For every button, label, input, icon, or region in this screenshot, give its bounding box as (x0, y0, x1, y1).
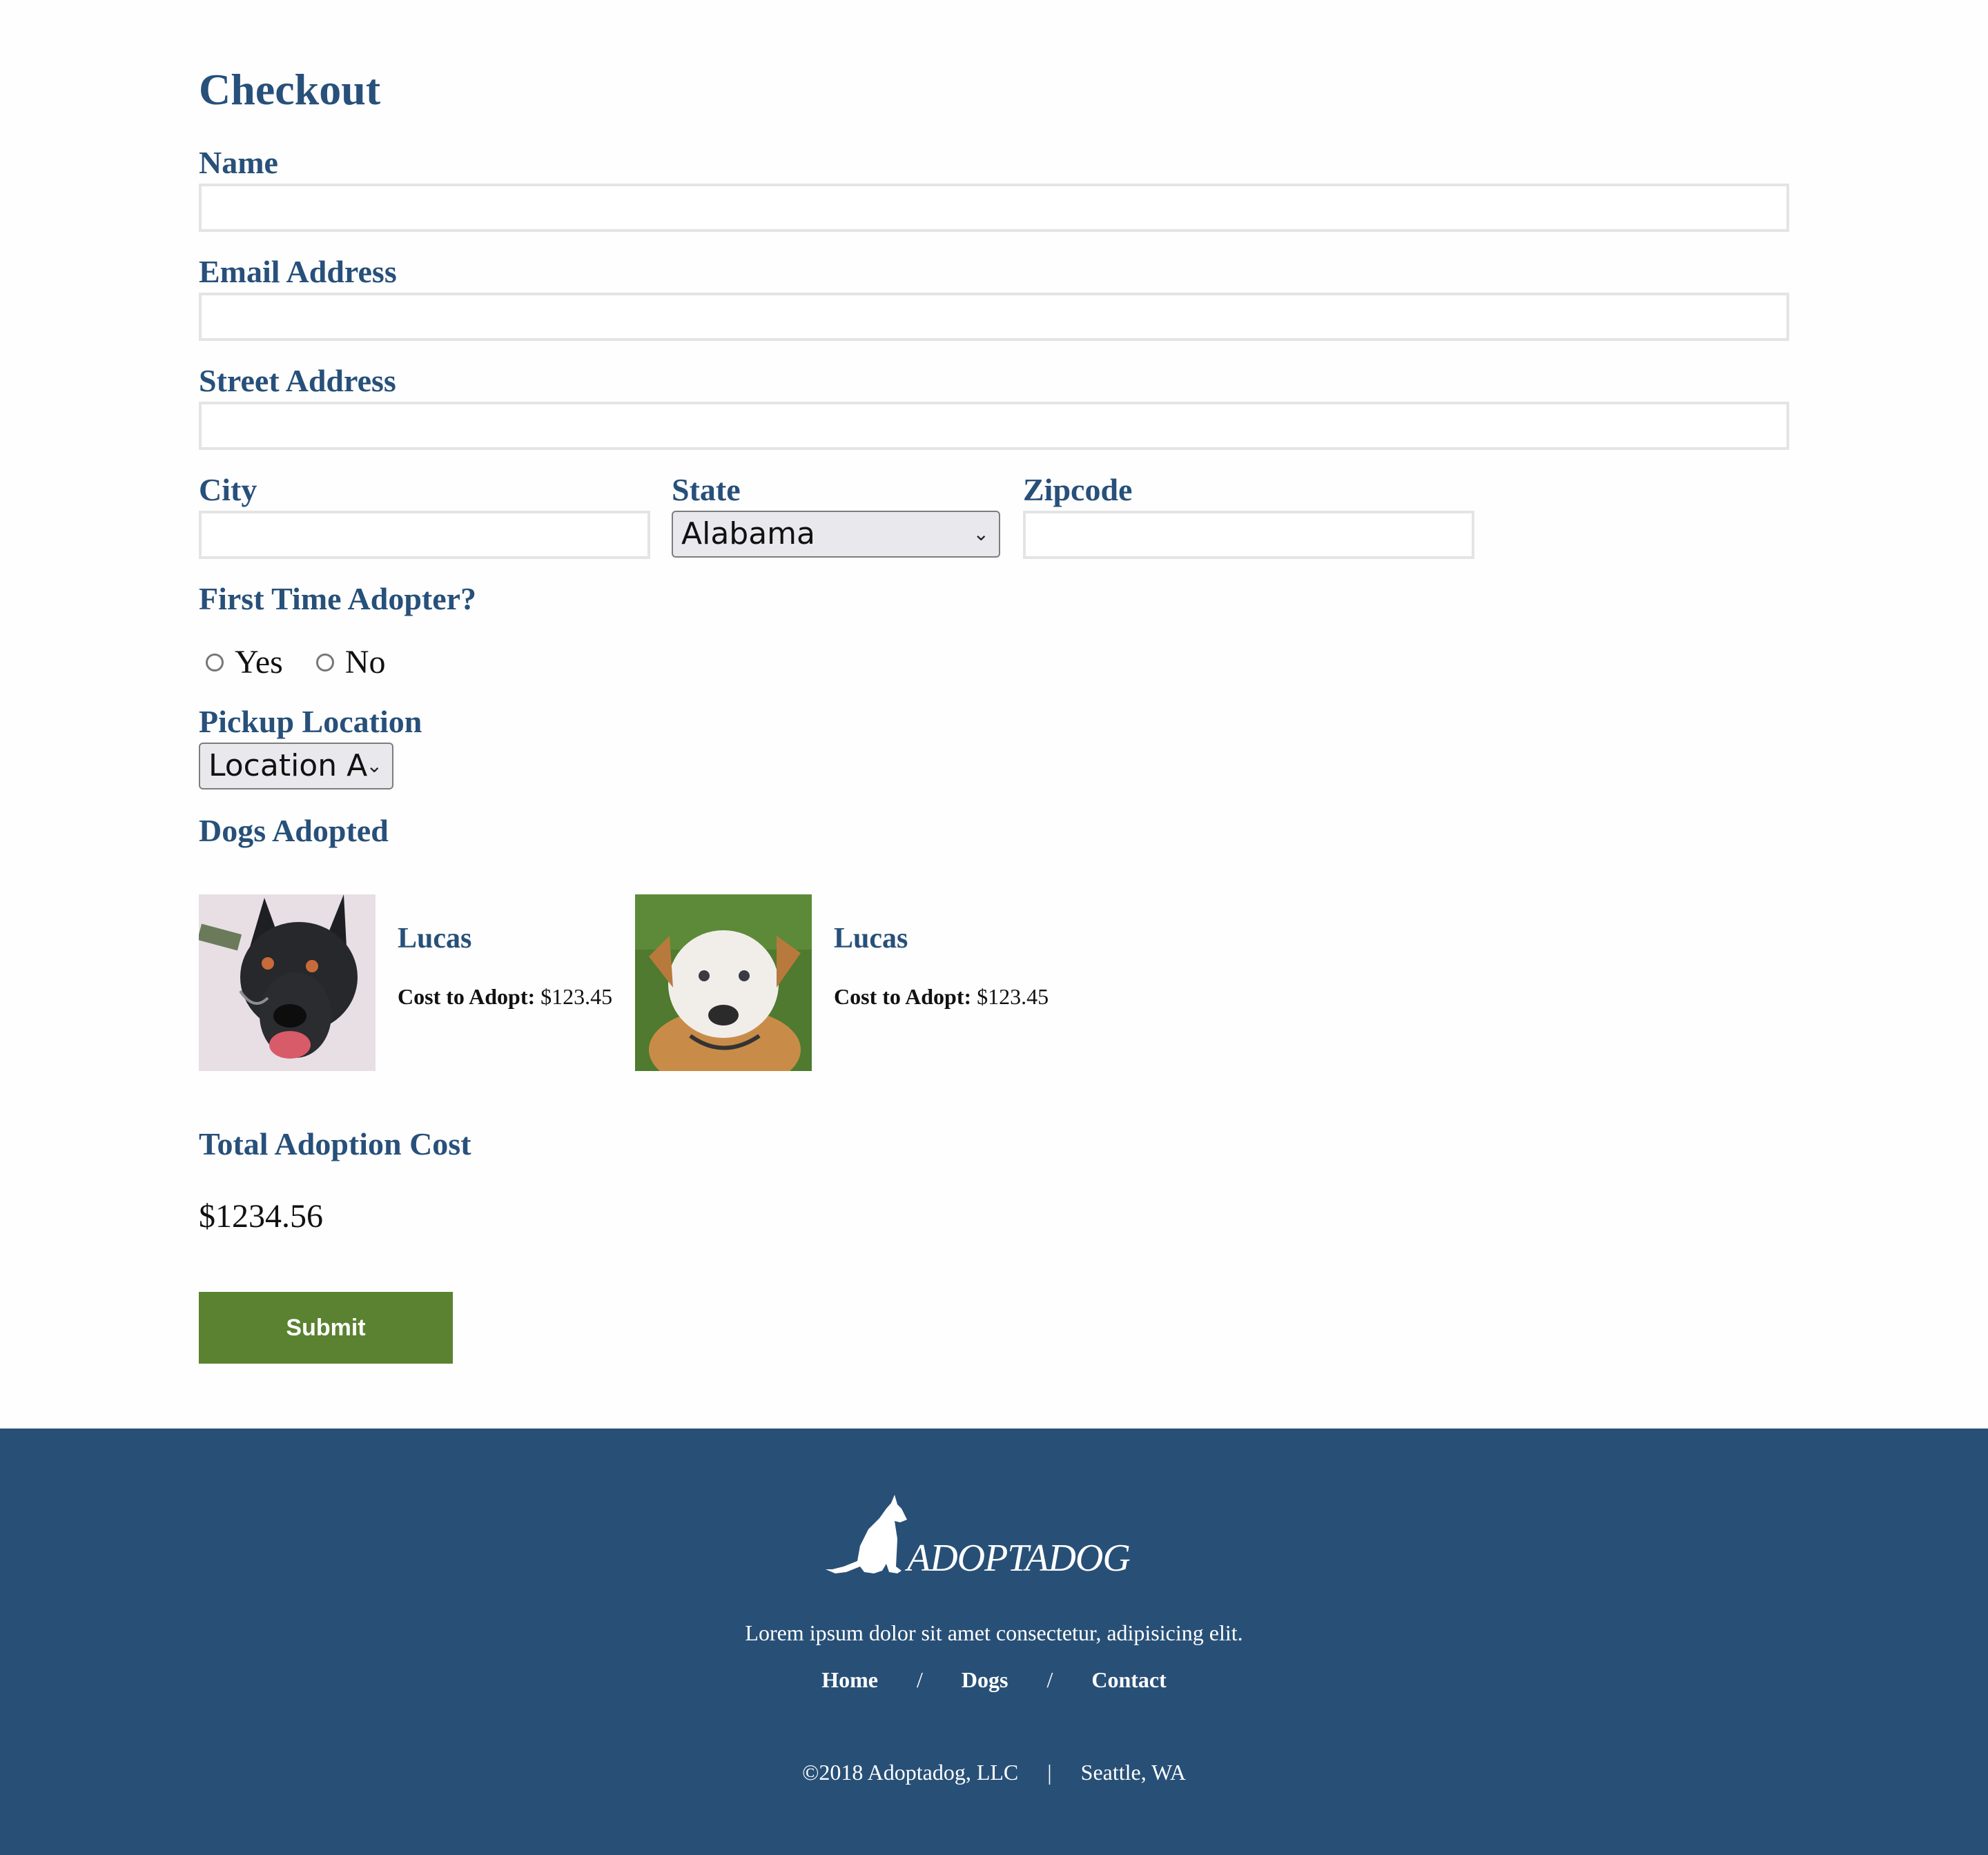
first-time-label: First Time Adopter? (199, 581, 477, 616)
total-cost-value: $1234.56 (199, 1198, 323, 1235)
page-title: Checkout (199, 65, 381, 114)
footer-link-home[interactable]: Home (821, 1667, 878, 1692)
radio-yes-label[interactable]: Yes (235, 638, 283, 687)
city-label: City (199, 472, 257, 507)
street-label: Street Address (199, 363, 396, 398)
radio-no[interactable] (315, 654, 334, 671)
footer-link-contact[interactable]: Contact (1091, 1667, 1166, 1692)
first-time-radio-group: Yes No (206, 638, 419, 687)
footer-tagline: Lorem ipsum dolor sit amet consectetur, … (745, 1620, 1243, 1645)
submit-button[interactable]: Submit (199, 1292, 453, 1364)
footer-link-dogs[interactable]: Dogs (962, 1667, 1008, 1692)
email-input[interactable] (199, 293, 1789, 341)
chevron-down-icon: ⌄ (366, 754, 382, 777)
dog-card: Lucas Cost to Adopt: $123.45 (199, 894, 613, 1071)
dog-cost-value: $123.45 (540, 984, 613, 1009)
dog-name: Lucas (834, 923, 908, 954)
email-label: Email Address (199, 254, 397, 289)
zip-label: Zipcode (1023, 472, 1133, 507)
radio-no-label[interactable]: No (345, 638, 386, 687)
dogs-adopted-heading: Dogs Adopted (199, 813, 389, 848)
dog-cost-label: Cost to Adopt: (398, 984, 536, 1009)
total-cost-heading: Total Adoption Cost (199, 1126, 471, 1161)
pickup-label: Pickup Location (199, 704, 422, 739)
nav-separator: / (916, 1667, 923, 1692)
nav-separator: / (1046, 1667, 1053, 1692)
dog-card: Lucas Cost to Adopt: $123.45 (635, 894, 1049, 1071)
adoptadog-logo[interactable]: ADOPTADOG (826, 1495, 1157, 1584)
name-label: Name (199, 145, 278, 180)
dog-cost: Cost to Adopt: $123.45 (834, 984, 1049, 1010)
state-label: State (672, 472, 741, 507)
location-text: Seattle, WA (1080, 1760, 1186, 1785)
pickup-select[interactable]: Location A ⌄ (199, 743, 393, 789)
dog-cost-label: Cost to Adopt: (834, 984, 972, 1009)
state-select[interactable]: Alabama ⌄ (672, 511, 1000, 558)
city-input[interactable] (199, 511, 650, 559)
copyright-separator: | (1047, 1760, 1052, 1785)
dog-name: Lucas (398, 923, 472, 954)
site-footer: ADOPTADOG Lorem ipsum dolor sit amet con… (0, 1429, 1988, 1855)
copyright: ©2018 Adoptadog, LLC | Seattle, WA (0, 1760, 1988, 1785)
footer-nav: Home / Dogs / Contact (0, 1667, 1988, 1693)
dog-photo (199, 894, 376, 1071)
dog-cost: Cost to Adopt: $123.45 (398, 984, 612, 1010)
zip-input[interactable] (1023, 511, 1474, 559)
logo-text: ADOPTADOG (907, 1537, 1131, 1580)
pickup-select-value: Location A (208, 748, 368, 783)
dog-photo (635, 894, 812, 1071)
name-input[interactable] (199, 184, 1789, 232)
radio-yes[interactable] (206, 654, 224, 671)
chevron-down-icon: ⌄ (973, 522, 989, 545)
copyright-text: ©2018 Adoptadog, LLC (802, 1760, 1019, 1785)
dog-cost-value: $123.45 (977, 984, 1049, 1009)
street-input[interactable] (199, 402, 1789, 450)
state-select-value: Alabama (681, 516, 816, 551)
